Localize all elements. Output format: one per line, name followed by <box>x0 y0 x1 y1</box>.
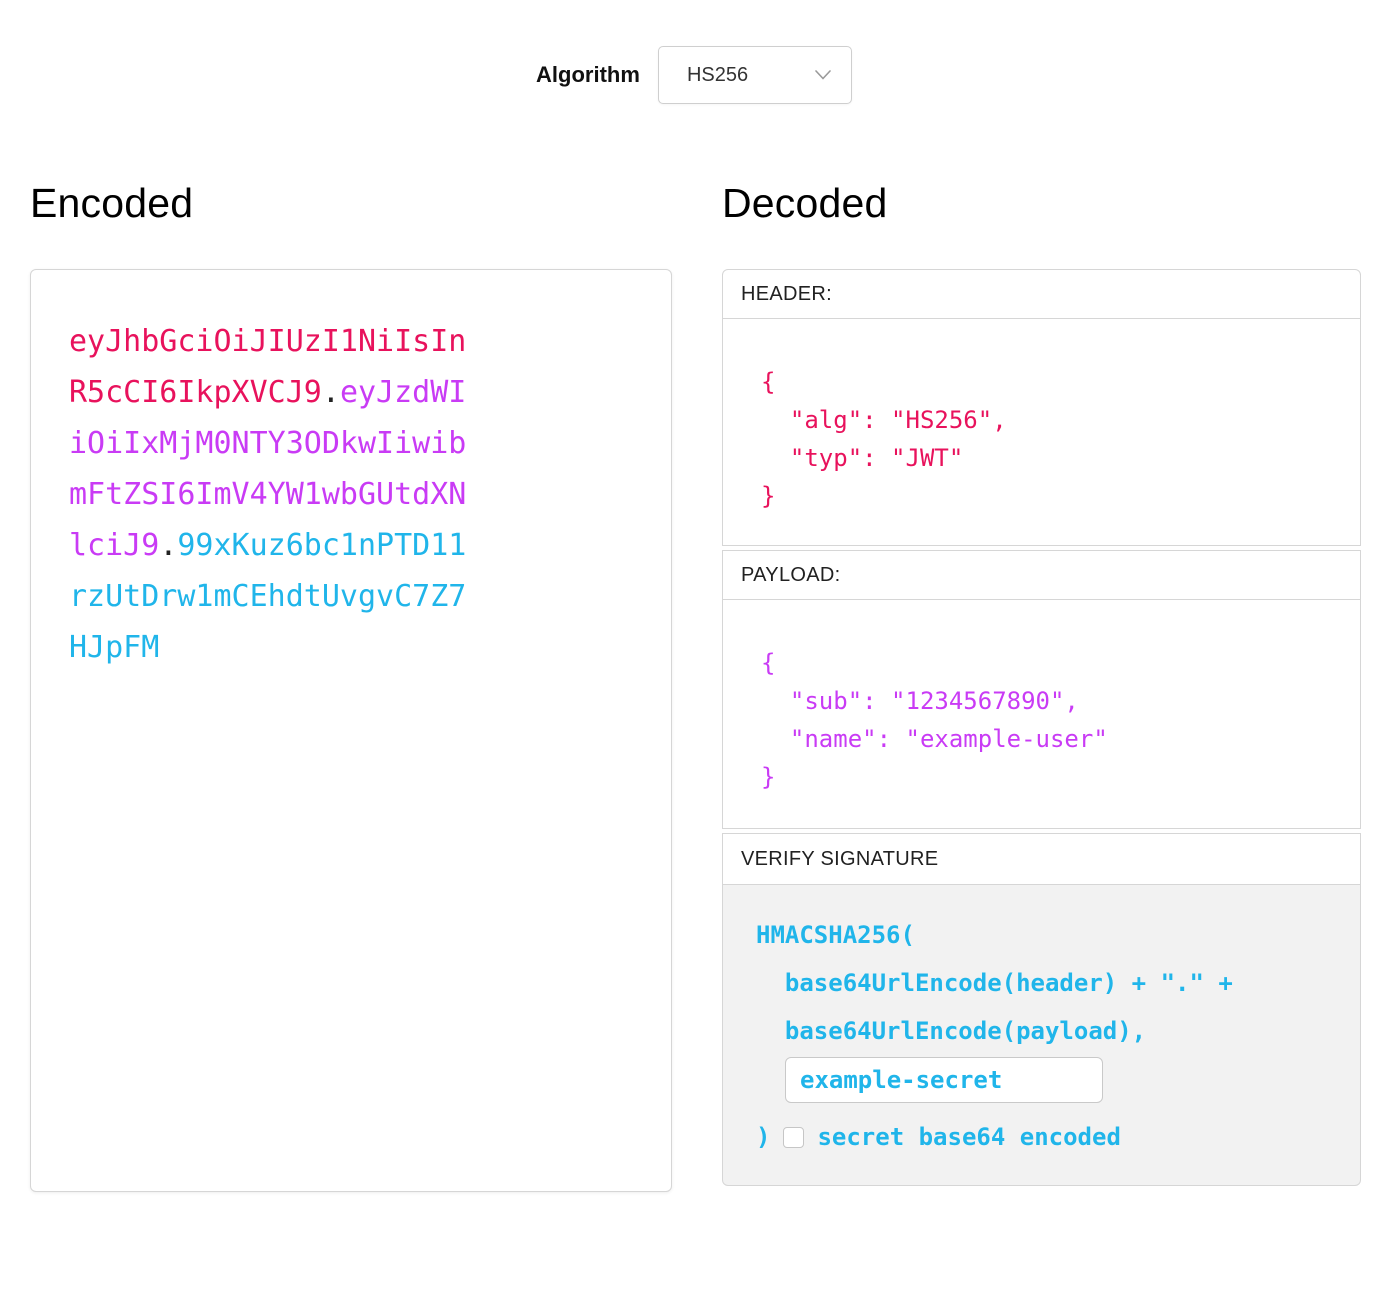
encoded-token-input[interactable]: eyJhbGciOiJIUzI1NiIsInR5cCI6IkpXVCJ9.eyJ… <box>30 269 672 1192</box>
verify-signature-label-text: VERIFY SIGNATURE <box>741 848 938 871</box>
token-line: R5cCI6IkpXVCJ9.eyJzdWI <box>69 367 643 418</box>
encoded-token: eyJhbGciOiJIUzI1NiIsInR5cCI6IkpXVCJ9.eyJ… <box>69 316 643 673</box>
token-line: lciJ9.99xKuz6bc1nPTD11 <box>69 520 643 571</box>
main-columns: Encoded eyJhbGciOiJIUzI1NiIsInR5cCI6IkpX… <box>0 180 1388 1192</box>
decoded-column: Decoded HEADER: { "alg": "HS256", "typ":… <box>722 180 1361 1192</box>
token-line: HJpFM <box>69 622 643 673</box>
token-line: mFtZSI6ImV4YW1wbGUtdXN <box>69 469 643 520</box>
token-line: rzUtDrw1mCEhdtUvgvC7Z7 <box>69 571 643 622</box>
signature-code-line-2: base64UrlEncode(header) + "." + <box>756 959 1340 1007</box>
header-label-text: HEADER: <box>741 283 832 306</box>
payload-label-text: PAYLOAD: <box>741 564 840 587</box>
decoded-heading: Decoded <box>722 180 1361 227</box>
token-line: eyJhbGciOiJIUzI1NiIsIn <box>69 316 643 367</box>
signature-close-row: ) secret base64 encoded <box>756 1117 1340 1157</box>
header-section-label: HEADER: <box>722 269 1361 319</box>
signature-close-paren: ) <box>756 1117 770 1157</box>
decoded-payload-json[interactable]: { "sub": "1234567890", "name": "example-… <box>722 599 1361 829</box>
signature-code-line-3: base64UrlEncode(payload), <box>756 1007 1340 1055</box>
decoded-header-json[interactable]: { "alg": "HS256", "typ": "JWT" } <box>722 318 1361 546</box>
verify-signature-section-label: VERIFY SIGNATURE <box>722 833 1361 885</box>
verify-signature-body: HMACSHA256( base64UrlEncode(header) + ".… <box>722 884 1361 1186</box>
signature-code-line-1: HMACSHA256( <box>756 911 1340 959</box>
encoded-heading: Encoded <box>30 180 672 227</box>
encoded-column: Encoded eyJhbGciOiJIUzI1NiIsInR5cCI6IkpX… <box>30 180 672 1192</box>
algorithm-label: Algorithm <box>536 62 640 88</box>
chevron-down-icon <box>815 70 831 80</box>
secret-base64-checkbox[interactable] <box>783 1127 804 1148</box>
payload-section-label: PAYLOAD: <box>722 550 1361 600</box>
algorithm-row: Algorithm HS256 <box>0 46 1388 104</box>
algorithm-dropdown[interactable]: HS256 <box>658 46 852 104</box>
secret-base64-checkbox-label: secret base64 encoded <box>817 1123 1120 1151</box>
algorithm-selected-value: HS256 <box>687 64 748 87</box>
secret-input[interactable] <box>785 1057 1103 1103</box>
token-line: iOiIxMjM0NTY3ODkwIiwib <box>69 418 643 469</box>
